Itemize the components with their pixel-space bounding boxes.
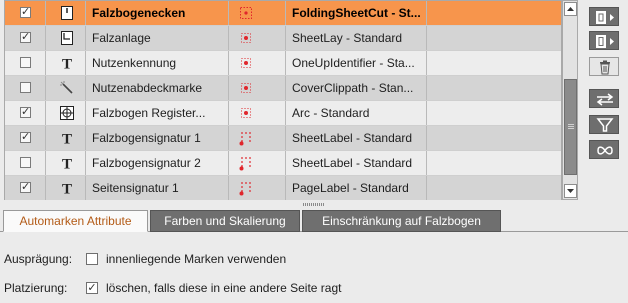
type-cell: T (46, 151, 86, 175)
enabled-cell: ✓ (5, 101, 46, 125)
row-enabled-checkbox[interactable]: ✓ (20, 182, 31, 193)
table-row[interactable]: T Falzbogensignatur 2 SheetLabel - Standar… (5, 151, 561, 176)
type-cell: T (46, 51, 86, 75)
row-enabled-checkbox[interactable]: ✓ (20, 32, 31, 43)
table-row[interactable]: ✓ Falzanlage SheetLay - Standard (5, 26, 561, 51)
enabled-cell: ✓ (5, 26, 46, 50)
row-enabled-checkbox[interactable] (20, 157, 31, 168)
type-cell: T (46, 176, 86, 200)
delete-if-overlapping-label[interactable]: löschen, falls diese in eine andere Seit… (106, 279, 341, 297)
delete-button[interactable] (589, 57, 619, 76)
type-cell (46, 76, 86, 100)
delete-if-overlapping-checkbox[interactable]: ✓ (86, 282, 98, 294)
mark-template: OneUpIdentifier - Sta... (286, 51, 427, 75)
mark-name: Nutzenkennung (86, 51, 229, 75)
mark-name: Falzbogenecken (86, 1, 229, 25)
position-cell (229, 26, 286, 50)
arrow-up-icon (567, 7, 574, 11)
swap-button[interactable] (589, 89, 619, 108)
tab-automarken-attribute[interactable]: Automarken Attribute (3, 210, 148, 232)
type-cell (46, 1, 86, 25)
panel-splitter[interactable] (0, 200, 628, 209)
table-vertical-scrollbar[interactable] (562, 0, 578, 200)
mark-template: SheetLabel - Standard (286, 151, 427, 175)
table-row[interactable]: ✓ Falzbogen Register... Arc - Standard (5, 101, 561, 126)
enabled-cell: ✓ (5, 126, 46, 150)
link-button[interactable] (589, 140, 619, 159)
mark-template: SheetLabel - Standard (286, 126, 427, 150)
position-cell (229, 76, 286, 100)
table-row[interactable]: T Nutzenkennung OneUpIdentifier - Sta... (5, 51, 561, 76)
filter-button[interactable] (589, 115, 619, 134)
svg-text:T: T (62, 57, 72, 72)
mark-page-button[interactable] (589, 31, 619, 50)
scroll-down-button[interactable] (564, 184, 577, 198)
enabled-cell (5, 76, 46, 100)
mark-template: Arc - Standard (286, 101, 427, 125)
svg-text:T: T (62, 182, 72, 197)
position-cell (229, 126, 286, 150)
inner-marks-checkbox[interactable] (86, 253, 98, 265)
svg-text:T: T (62, 157, 72, 172)
tab-einschraenkung-auf-falzbogen[interactable]: Einschränkung auf Falzbogen (302, 210, 501, 232)
mark-name: Falzbogen Register... (86, 101, 229, 125)
splitter-grip-icon (303, 203, 325, 206)
table-row[interactable]: ✓ T Seitensignatur 1 PageLabel - Standard (5, 176, 561, 201)
platzierung-label: Platzierung: (4, 281, 68, 295)
inner-marks-label[interactable]: innenliegende Marken verwenden (106, 250, 286, 268)
tab-farben-und-skalierung[interactable]: Farben und Skalierung (150, 210, 300, 232)
mark-template: PageLabel - Standard (286, 176, 427, 200)
table-row[interactable]: ✓ T Falzbogensignatur 1 SheetLabel - Standa… (5, 126, 561, 151)
mark-name: Nutzenabdeckmarke (86, 76, 229, 100)
mark-template: FoldingSheetCut - St... (286, 1, 427, 25)
enabled-cell: ✓ (5, 176, 46, 200)
table-row[interactable]: ✓ Falzbogenecken FoldingSheetCut - St... (5, 1, 561, 26)
type-cell: T (46, 126, 86, 150)
mark-template: CoverClippath - Stan... (286, 76, 427, 100)
type-cell (46, 26, 86, 50)
enabled-cell: ✓ (5, 1, 46, 25)
marks-table: ✓ Falzbogenecken FoldingSheetCut - St... ✓ F… (4, 0, 562, 201)
position-cell (229, 151, 286, 175)
row-enabled-checkbox[interactable]: ✓ (20, 7, 31, 18)
scroll-thumb[interactable] (564, 79, 577, 175)
row-enabled-checkbox[interactable] (20, 57, 31, 68)
row-enabled-checkbox[interactable]: ✓ (20, 132, 31, 143)
mark-sheet-button[interactable] (589, 7, 619, 26)
row-enabled-checkbox[interactable]: ✓ (20, 107, 31, 118)
table-row[interactable]: Nutzenabdeckmarke CoverClippath - Stan... (5, 76, 561, 101)
scroll-up-button[interactable] (564, 2, 577, 16)
enabled-cell (5, 151, 46, 175)
arrow-down-icon (567, 189, 574, 193)
position-cell (229, 51, 286, 75)
enabled-cell (5, 51, 46, 75)
position-cell (229, 101, 286, 125)
svg-text:T: T (62, 132, 72, 147)
mark-name: Falzanlage (86, 26, 229, 50)
auspraegung-label: Ausprägung: (4, 252, 73, 266)
type-cell (46, 101, 86, 125)
mark-name: Seitensignatur 1 (86, 176, 229, 200)
position-cell (229, 1, 286, 25)
position-cell (229, 176, 286, 200)
row-enabled-checkbox[interactable] (20, 82, 31, 93)
mark-name: Falzbogensignatur 2 (86, 151, 229, 175)
mark-template: SheetLay - Standard (286, 26, 427, 50)
mark-name: Falzbogensignatur 1 (86, 126, 229, 150)
